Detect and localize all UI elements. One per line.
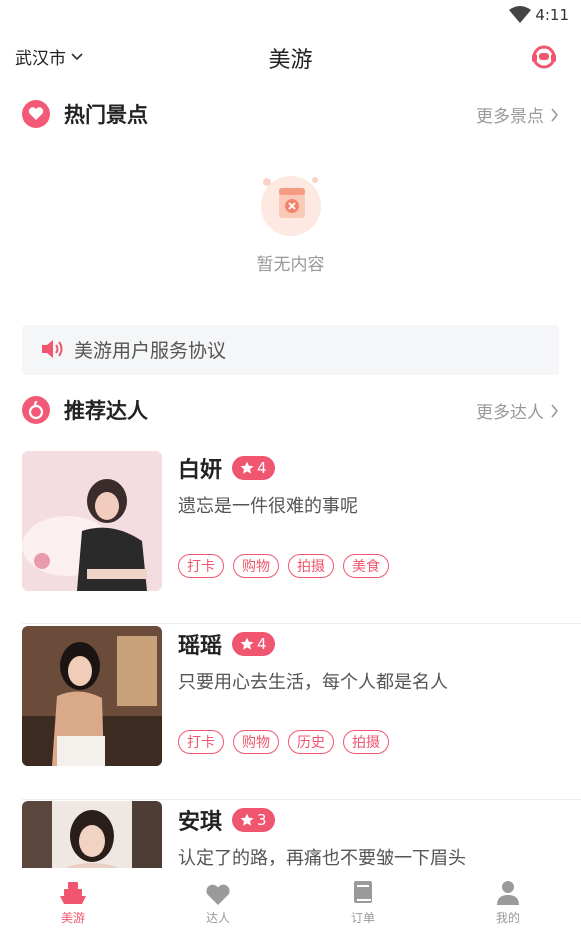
rating-badge: 4 <box>232 632 275 656</box>
experts-title: 推荐达人 <box>64 399 148 423</box>
heart-badge-icon <box>22 100 50 128</box>
star-icon <box>240 637 254 650</box>
expert-name: 瑶瑶 <box>178 634 223 659</box>
tab-label: 美游 <box>60 911 85 925</box>
flame-badge-icon <box>22 396 50 424</box>
rating-badge: 4 <box>232 456 275 480</box>
customer-service-icon[interactable] <box>529 42 559 72</box>
tag: 美食 <box>343 554 389 578</box>
tag: 购物 <box>233 730 279 754</box>
rating-value: 4 <box>257 459 267 477</box>
status-bar: 4:11 <box>0 0 581 34</box>
more-experts-link[interactable]: 更多达人 <box>476 398 559 423</box>
tag: 购物 <box>233 554 279 578</box>
book-icon <box>354 881 372 903</box>
heart-icon <box>206 884 230 905</box>
expert-photo <box>22 626 162 766</box>
tab-label: 我的 <box>495 911 520 925</box>
empty-state: 暂无内容 <box>0 168 581 278</box>
wifi-icon <box>509 6 531 23</box>
empty-calendar-icon <box>261 176 321 236</box>
hot-spots-header: 热门景点 更多景点 <box>22 97 559 131</box>
bottom-tab-bar: 美游 达人 订单 我的 <box>0 868 581 930</box>
status-time: 4:11 <box>535 6 569 24</box>
tab-profile[interactable]: 我的 <box>458 876 558 926</box>
expert-card[interactable]: 瑶瑶 4 只要用心去生活，每个人都是名人 打卡 购物 历史 拍摄 <box>22 624 581 800</box>
chevron-right-icon <box>551 107 559 122</box>
rating-value: 3 <box>257 811 267 829</box>
header: 武汉市 美游 <box>0 34 581 78</box>
notice-text: 美游用户服务协议 <box>74 340 227 362</box>
more-spots-link[interactable]: 更多景点 <box>476 102 559 127</box>
ship-icon <box>60 882 86 904</box>
expert-name: 白妍 <box>178 458 223 483</box>
tab-meiyou[interactable]: 美游 <box>23 876 123 926</box>
more-experts-label: 更多达人 <box>476 403 544 423</box>
star-icon <box>240 813 254 826</box>
tag: 打卡 <box>178 554 224 578</box>
rating-badge: 3 <box>232 808 275 832</box>
expert-bio: 只要用心去生活，每个人都是名人 <box>178 672 448 693</box>
expert-bio: 遗忘是一件很难的事呢 <box>178 496 358 517</box>
hot-spots-title: 热门景点 <box>64 103 148 127</box>
tag: 历史 <box>288 730 334 754</box>
expert-bio: 认定了的路，再痛也不要皱一下眉头 <box>178 848 466 868</box>
tab-label: 订单 <box>350 911 375 925</box>
chevron-right-icon <box>551 403 559 418</box>
empty-text: 暂无内容 <box>256 255 325 275</box>
tag: 打卡 <box>178 730 224 754</box>
tag: 拍摄 <box>288 554 334 578</box>
page-title: 美游 <box>268 48 313 73</box>
rating-value: 4 <box>257 635 267 653</box>
more-spots-label: 更多景点 <box>476 107 544 127</box>
notice-bar[interactable]: 美游用户服务协议 <box>22 325 559 375</box>
expert-card[interactable]: 白妍 4 遗忘是一件很难的事呢 打卡 购物 拍摄 美食 <box>22 448 581 624</box>
expert-name: 安琪 <box>178 810 223 835</box>
expert-list: 白妍 4 遗忘是一件很难的事呢 打卡 购物 拍摄 美食 瑶瑶 4 只要用心去生活… <box>22 448 581 868</box>
user-icon <box>497 881 519 905</box>
experts-header: 推荐达人 更多达人 <box>22 393 559 427</box>
tab-orders[interactable]: 订单 <box>313 876 413 926</box>
tab-label: 达人 <box>205 911 230 925</box>
expert-photo <box>22 801 162 868</box>
tab-daren[interactable]: 达人 <box>168 876 268 926</box>
tag-list: 打卡 购物 拍摄 美食 <box>178 554 389 578</box>
expert-card[interactable]: 安琪 3 认定了的路，再痛也不要皱一下眉头 <box>22 800 581 868</box>
speaker-icon <box>42 340 63 358</box>
expert-photo <box>22 451 162 591</box>
tag-list: 打卡 购物 历史 拍摄 <box>178 730 389 754</box>
star-icon <box>240 461 254 474</box>
tag: 拍摄 <box>343 730 389 754</box>
